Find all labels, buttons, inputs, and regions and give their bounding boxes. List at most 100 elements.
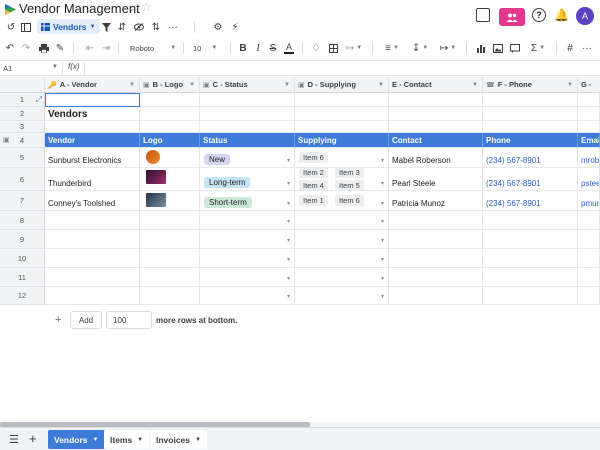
add-rows-button[interactable]: Add — [70, 311, 102, 329]
grid-cell[interactable] — [578, 93, 600, 107]
column-header-g[interactable]: G - — [578, 77, 600, 93]
chevron-down-icon[interactable]: ▾ — [287, 200, 290, 207]
chevron-down-icon[interactable]: ▾ — [381, 180, 384, 187]
column-header-b[interactable]: ▣ B - Logo ▼ — [140, 77, 200, 93]
merge-cells-icon[interactable]: ↦ ▼ — [344, 38, 364, 58]
empty-cell[interactable]: ▾ — [200, 211, 295, 230]
empty-cell[interactable]: ▾ — [295, 211, 389, 230]
add-sheet-icon[interactable]: + — [29, 431, 37, 446]
row-header[interactable]: 5 — [0, 148, 45, 168]
sidebar-toggle-icon[interactable] — [20, 19, 32, 35]
tab-invoices[interactable]: Invoices ▼ — [150, 430, 207, 449]
vendor-name-cell[interactable]: Sunburst Electronics — [45, 148, 140, 168]
grid-cell[interactable] — [295, 93, 389, 107]
email-cell[interactable]: mrobe — [578, 148, 600, 168]
borders-icon[interactable] — [327, 38, 339, 58]
empty-cell[interactable]: ▾ — [295, 268, 389, 287]
strikethrough-icon[interactable]: S — [267, 38, 279, 58]
indent-increase-icon[interactable]: ⇥ — [100, 38, 112, 58]
empty-cell[interactable]: ▾ — [200, 249, 295, 268]
grid-cell[interactable] — [483, 121, 578, 133]
vendor-name-cell[interactable]: Conney's Toolshed — [45, 191, 140, 211]
table-header-email[interactable]: Email — [578, 133, 600, 148]
empty-cell[interactable] — [483, 230, 578, 249]
row-header[interactable]: 3 — [0, 121, 45, 133]
grid-cell[interactable] — [389, 93, 483, 107]
logo-cell[interactable] — [140, 191, 200, 211]
automation-icon[interactable]: ⚙ — [212, 19, 224, 35]
email-cell[interactable]: psteel — [578, 168, 600, 191]
formula-input[interactable] — [88, 62, 596, 75]
chevron-down-icon[interactable]: ▾ — [287, 237, 290, 244]
empty-cell[interactable]: ▾ — [200, 268, 295, 287]
redo-icon[interactable]: ↷ — [20, 38, 32, 58]
empty-cell[interactable] — [483, 268, 578, 287]
table-header-logo[interactable]: Logo — [140, 133, 200, 148]
grid-cell[interactable] — [140, 93, 200, 107]
hide-fields-icon[interactable] — [133, 19, 145, 35]
logo-cell[interactable] — [140, 168, 200, 191]
tab-items[interactable]: Items ▼ — [104, 430, 150, 449]
supplying-cell[interactable]: Item 2 Item 3 Item 4 Item 5 ▾ — [295, 168, 389, 191]
grid-cell[interactable] — [295, 121, 389, 133]
column-header-d[interactable]: ▣ D - Supplying ▼ — [295, 77, 389, 93]
table-header-contact[interactable]: Contact — [389, 133, 483, 148]
empty-cell[interactable] — [389, 211, 483, 230]
grid-cell[interactable] — [45, 121, 140, 133]
empty-cell[interactable] — [45, 230, 140, 249]
empty-cell[interactable] — [140, 268, 200, 287]
vendor-name-cell[interactable]: Thunderbird — [45, 168, 140, 191]
grid-cell[interactable] — [140, 121, 200, 133]
supplying-cell[interactable]: Item 6 ▾ — [295, 148, 389, 168]
row-header[interactable]: 10 — [0, 249, 45, 268]
star-icon[interactable]: ☆ — [141, 0, 152, 14]
insert-comment-icon[interactable] — [509, 38, 521, 58]
grid-cell[interactable] — [578, 107, 600, 121]
undo-icon[interactable]: ↶ — [4, 38, 16, 58]
lightning-icon[interactable]: ⚡ — [229, 19, 241, 35]
all-sheets-menu-icon[interactable]: ☰ — [9, 433, 19, 446]
column-header-e[interactable]: E - Contact ▼ — [389, 77, 483, 93]
row-header[interactable]: 1 ⤢ — [0, 93, 45, 107]
more-tools-icon[interactable]: ··· — [580, 38, 594, 58]
empty-cell[interactable] — [45, 249, 140, 268]
empty-cell[interactable] — [389, 249, 483, 268]
column-header-c[interactable]: ▣ C - Status ▼ — [200, 77, 295, 93]
status-cell[interactable]: New ▾ — [200, 148, 295, 168]
font-size-select[interactable]: 10 ▼ — [193, 38, 227, 58]
font-family-select[interactable]: Roboto ▼ — [130, 38, 180, 58]
grid-cell[interactable] — [200, 107, 295, 121]
number-format-icon[interactable]: # — [564, 38, 576, 58]
table-header-status[interactable]: Status — [200, 133, 295, 148]
chevron-down-icon[interactable]: ▾ — [287, 256, 290, 263]
sort-icon[interactable]: ⇵ — [116, 19, 128, 35]
empty-cell[interactable]: ▾ — [200, 287, 295, 305]
chart-icon[interactable] — [475, 38, 487, 58]
table-title-cell[interactable]: Vendors — [45, 107, 140, 121]
tab-vendors[interactable]: Vendors ▼ — [48, 430, 105, 449]
select-all-corner[interactable] — [0, 77, 45, 93]
empty-cell[interactable] — [578, 287, 600, 305]
status-cell[interactable]: Short-term ▾ — [200, 191, 295, 211]
insert-image-icon[interactable] — [492, 38, 504, 58]
table-header-supplying[interactable]: Supplying — [295, 133, 389, 148]
empty-cell[interactable] — [45, 211, 140, 230]
grid-cell[interactable] — [295, 107, 389, 121]
empty-cell[interactable] — [140, 211, 200, 230]
grid-cell[interactable] — [578, 121, 600, 133]
contact-cell[interactable]: Pearl Steele — [389, 168, 483, 191]
empty-cell[interactable] — [578, 268, 600, 287]
share-button[interactable] — [499, 8, 525, 26]
column-header-a[interactable]: 🔑 A - Vendor ▼ — [45, 77, 140, 93]
help-icon[interactable]: ? — [532, 8, 546, 22]
grid-cell[interactable] — [200, 93, 295, 107]
empty-cell[interactable] — [483, 287, 578, 305]
empty-cell[interactable] — [389, 230, 483, 249]
status-cell[interactable]: Long-term ▾ — [200, 168, 295, 191]
selected-cell-a1[interactable] — [45, 93, 140, 107]
phone-cell[interactable]: (234) 567-8901 — [483, 148, 578, 168]
empty-cell[interactable]: ▾ — [200, 230, 295, 249]
contact-cell[interactable]: Patricia Munoz — [389, 191, 483, 211]
comments-icon[interactable] — [476, 8, 490, 22]
row-header[interactable]: 8 — [0, 211, 45, 230]
